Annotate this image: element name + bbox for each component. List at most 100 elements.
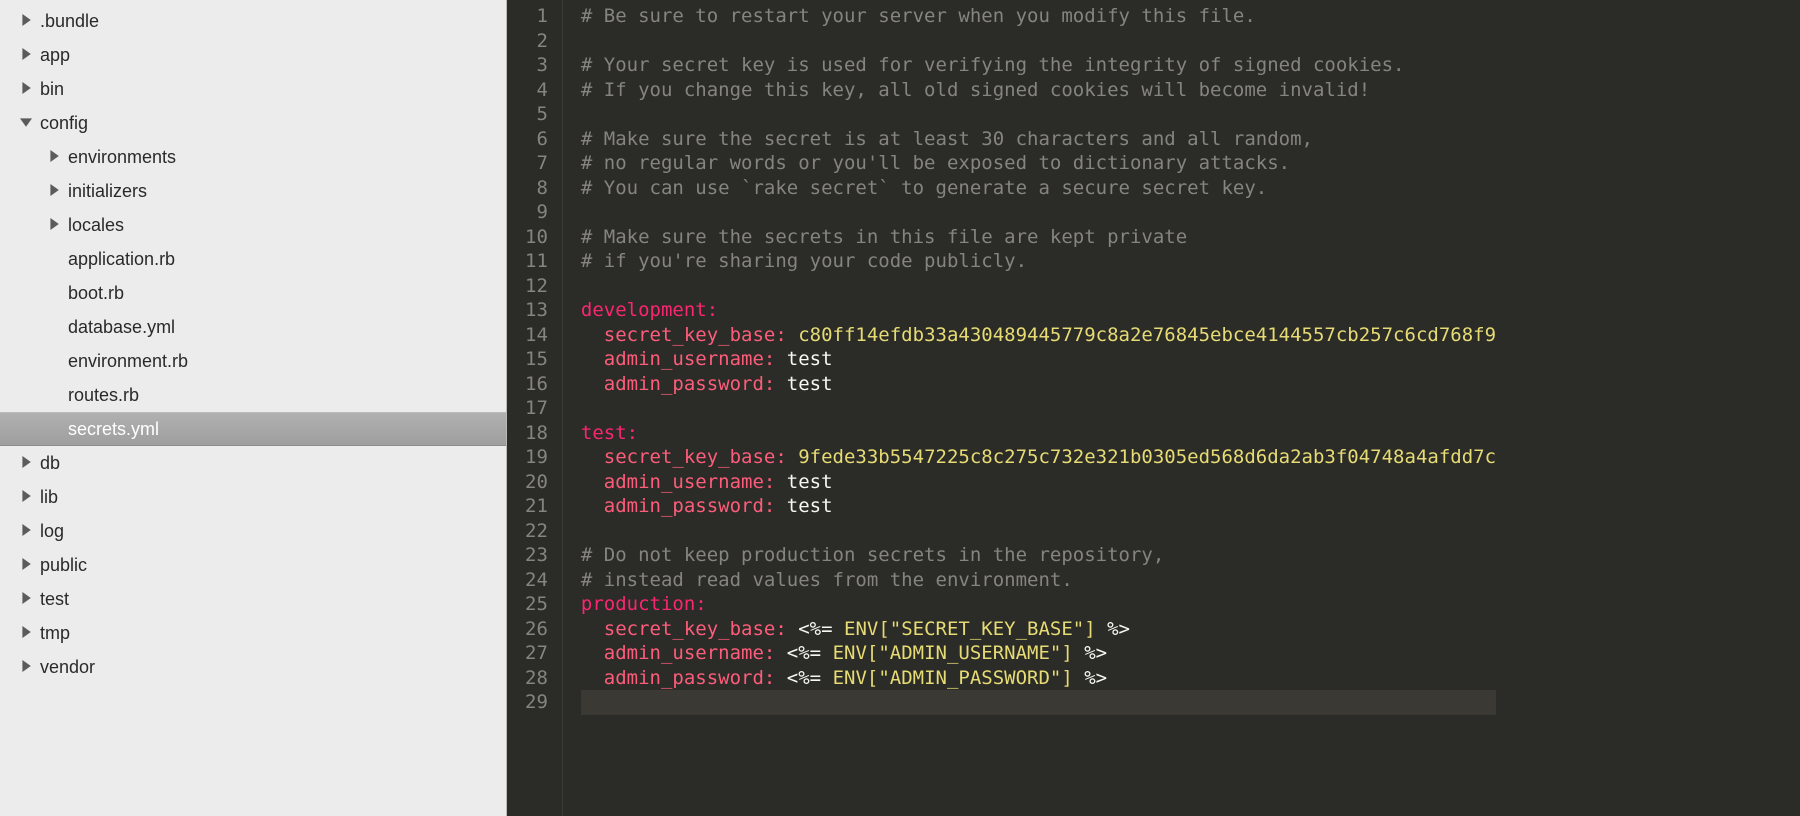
code-line[interactable] [581,200,1496,225]
chevron-right-icon[interactable] [20,660,34,674]
code-line[interactable]: # Be sure to restart your server when yo… [581,4,1496,29]
line-number: 10 [525,225,548,250]
code-line[interactable]: admin_password: <%= ENV["ADMIN_PASSWORD"… [581,666,1496,691]
code-span: # Be sure to restart your server when yo… [581,5,1256,27]
code-line[interactable] [581,102,1496,127]
code-span: ENV["SECRET_KEY_BASE"] [844,618,1096,640]
code-line[interactable] [581,396,1496,421]
code-line[interactable]: admin_username: test [581,470,1496,495]
line-number: 22 [525,519,548,544]
code-span: # Do not keep production secrets in the … [581,544,1164,566]
code-line[interactable]: # no regular words or you'll be exposed … [581,151,1496,176]
code-line[interactable]: secret_key_base: c80ff14efdb33a430489445… [581,323,1496,348]
tree-item-locales[interactable]: locales [0,208,506,242]
code-line[interactable]: secret_key_base: <%= ENV["SECRET_KEY_BAS… [581,617,1496,642]
code-line[interactable]: # Your secret key is used for verifying … [581,53,1496,78]
tree-item-secrets-yml[interactable]: secrets.yml [0,412,506,446]
chevron-right-icon[interactable] [20,558,34,572]
tree-item--bundle[interactable]: .bundle [0,4,506,38]
code-line[interactable]: # if you're sharing your code publicly. [581,249,1496,274]
chevron-right-icon[interactable] [20,48,34,62]
code-line[interactable]: # You can use `rake secret` to generate … [581,176,1496,201]
code-line[interactable]: # instead read values from the environme… [581,568,1496,593]
code-line[interactable] [581,690,1496,715]
tree-item-application-rb[interactable]: application.rb [0,242,506,276]
code-line[interactable] [581,274,1496,299]
code-span: # Your secret key is used for verifying … [581,54,1405,76]
code-line[interactable]: # Do not keep production secrets in the … [581,543,1496,568]
code-span: # You can use `rake secret` to generate … [581,177,1267,199]
chevron-down-icon[interactable] [20,116,34,130]
chevron-right-icon[interactable] [48,184,62,198]
file-tree: .bundle appbin config environments initializ… [0,4,506,684]
tree-item-routes-rb[interactable]: routes.rb [0,378,506,412]
line-number: 19 [525,445,548,470]
tree-item-bin[interactable]: bin [0,72,506,106]
tree-item-database-yml[interactable]: database.yml [0,310,506,344]
chevron-right-icon[interactable] [48,150,62,164]
code-line[interactable]: production: [581,592,1496,617]
tree-item-environment-rb[interactable]: environment.rb [0,344,506,378]
code-span: # no regular words or you'll be exposed … [581,152,1290,174]
line-number: 5 [525,102,548,127]
code-line[interactable] [581,519,1496,544]
line-number: 3 [525,53,548,78]
code-span: production: [581,593,707,615]
tree-item-environments[interactable]: environments [0,140,506,174]
line-number-gutter: 1234567891011121314151617181920212223242… [507,0,563,816]
line-number: 9 [525,200,548,225]
code-span: secret_key_base: [581,324,787,346]
tree-item-log[interactable]: log [0,514,506,548]
line-number: 20 [525,470,548,495]
tree-item-label: secrets.yml [68,419,159,440]
code-line[interactable] [581,29,1496,54]
tree-item-app[interactable]: app [0,38,506,72]
tree-item-config[interactable]: config [0,106,506,140]
tree-item-initializers[interactable]: initializers [0,174,506,208]
code-span: admin_username: [581,471,775,493]
chevron-right-icon[interactable] [20,82,34,96]
tree-item-db[interactable]: db [0,446,506,480]
tree-item-test[interactable]: test [0,582,506,616]
code-line[interactable]: test: [581,421,1496,446]
code-line[interactable]: admin_password: test [581,494,1496,519]
tree-item-vendor[interactable]: vendor [0,650,506,684]
code-editor[interactable]: 1234567891011121314151617181920212223242… [507,0,1800,816]
chevron-right-icon[interactable] [48,218,62,232]
tree-item-boot-rb[interactable]: boot.rb [0,276,506,310]
chevron-right-icon[interactable] [20,14,34,28]
tree-item-label: .bundle [40,11,99,32]
tree-item-tmp[interactable]: tmp [0,616,506,650]
code-area[interactable]: # Be sure to restart your server when yo… [563,0,1496,816]
code-span: # Make sure the secret is at least 30 ch… [581,128,1313,150]
tree-item-lib[interactable]: lib [0,480,506,514]
line-number: 12 [525,274,548,299]
line-number: 14 [525,323,548,348]
tree-item-public[interactable]: public [0,548,506,582]
line-number: 27 [525,641,548,666]
chevron-right-icon[interactable] [20,490,34,504]
chevron-right-icon[interactable] [20,592,34,606]
chevron-right-icon[interactable] [20,626,34,640]
code-line[interactable]: admin_password: test [581,372,1496,397]
tree-item-label: locales [68,215,124,236]
code-line[interactable]: admin_username: <%= ENV["ADMIN_USERNAME"… [581,641,1496,666]
code-line[interactable]: development: [581,298,1496,323]
code-line[interactable]: # Make sure the secrets in this file are… [581,225,1496,250]
tree-item-label: log [40,521,64,542]
chevron-right-icon[interactable] [20,524,34,538]
file-tree-sidebar[interactable]: .bundle appbin config environments initializ… [0,0,507,816]
chevron-right-icon[interactable] [20,456,34,470]
line-number: 18 [525,421,548,446]
tree-item-label: environments [68,147,176,168]
code-line[interactable]: secret_key_base: 9fede33b5547225c8c275c7… [581,445,1496,470]
line-number: 28 [525,666,548,691]
line-number: 24 [525,568,548,593]
code-span: ENV["ADMIN_PASSWORD"] [833,667,1073,689]
code-line[interactable]: # Make sure the secret is at least 30 ch… [581,127,1496,152]
tree-item-label: config [40,113,88,134]
code-span: <%= [775,667,832,689]
code-line[interactable]: admin_username: test [581,347,1496,372]
code-line[interactable]: # If you change this key, all old signed… [581,78,1496,103]
line-number: 4 [525,78,548,103]
